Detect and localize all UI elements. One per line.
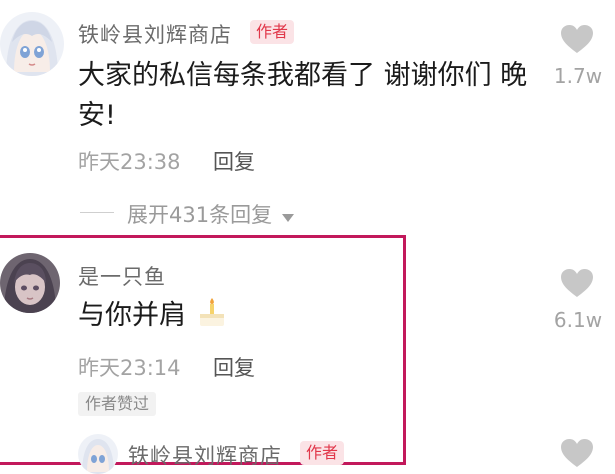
- like-count: 6.1w: [553, 308, 603, 332]
- avatar[interactable]: [0, 253, 60, 313]
- avatar[interactable]: [78, 434, 118, 474]
- comment-username[interactable]: 铁岭县刘辉商店: [78, 19, 232, 49]
- reply-button[interactable]: 回复: [213, 352, 255, 382]
- like-button[interactable]: [560, 438, 594, 468]
- comment-text: 大家的私信每条我都看了 谢谢你们 晚安!: [78, 60, 528, 131]
- expand-replies-label: 展开431条回复: [127, 203, 273, 227]
- author-badge: 作者: [300, 441, 345, 465]
- author-badge: 作者: [250, 20, 295, 44]
- expand-replies-button[interactable]: 展开431条回复: [127, 199, 295, 227]
- avatar[interactable]: [0, 12, 64, 76]
- heart-icon: [561, 269, 593, 297]
- portrait-avatar-image: [0, 253, 60, 313]
- reply-text-content: 与你并肩: [78, 300, 186, 331]
- anime-avatar-image: [0, 12, 64, 76]
- reply-username[interactable]: 是一只鱼: [78, 261, 166, 291]
- like-button[interactable]: 6.1w: [548, 268, 608, 338]
- heart-icon: [561, 25, 593, 53]
- like-button[interactable]: 1.7w: [548, 24, 608, 94]
- highlight-frame: [0, 235, 406, 465]
- expand-divider: [80, 212, 114, 213]
- comment-timestamp: 昨天23:38: [78, 150, 181, 174]
- cake-emoji: [199, 298, 224, 326]
- reply-button[interactable]: 回复: [213, 146, 255, 176]
- author-liked-tag: 作者赞过: [78, 392, 157, 416]
- reply-text: 与你并肩: [78, 296, 227, 336]
- reply-username[interactable]: 铁岭县刘辉商店: [128, 440, 282, 470]
- anime-avatar-image: [78, 434, 118, 474]
- heart-icon: [561, 439, 593, 467]
- reply-timestamp: 昨天23:14: [78, 356, 181, 380]
- like-count: 1.7w: [553, 64, 603, 88]
- triangle-down-icon: [282, 213, 295, 222]
